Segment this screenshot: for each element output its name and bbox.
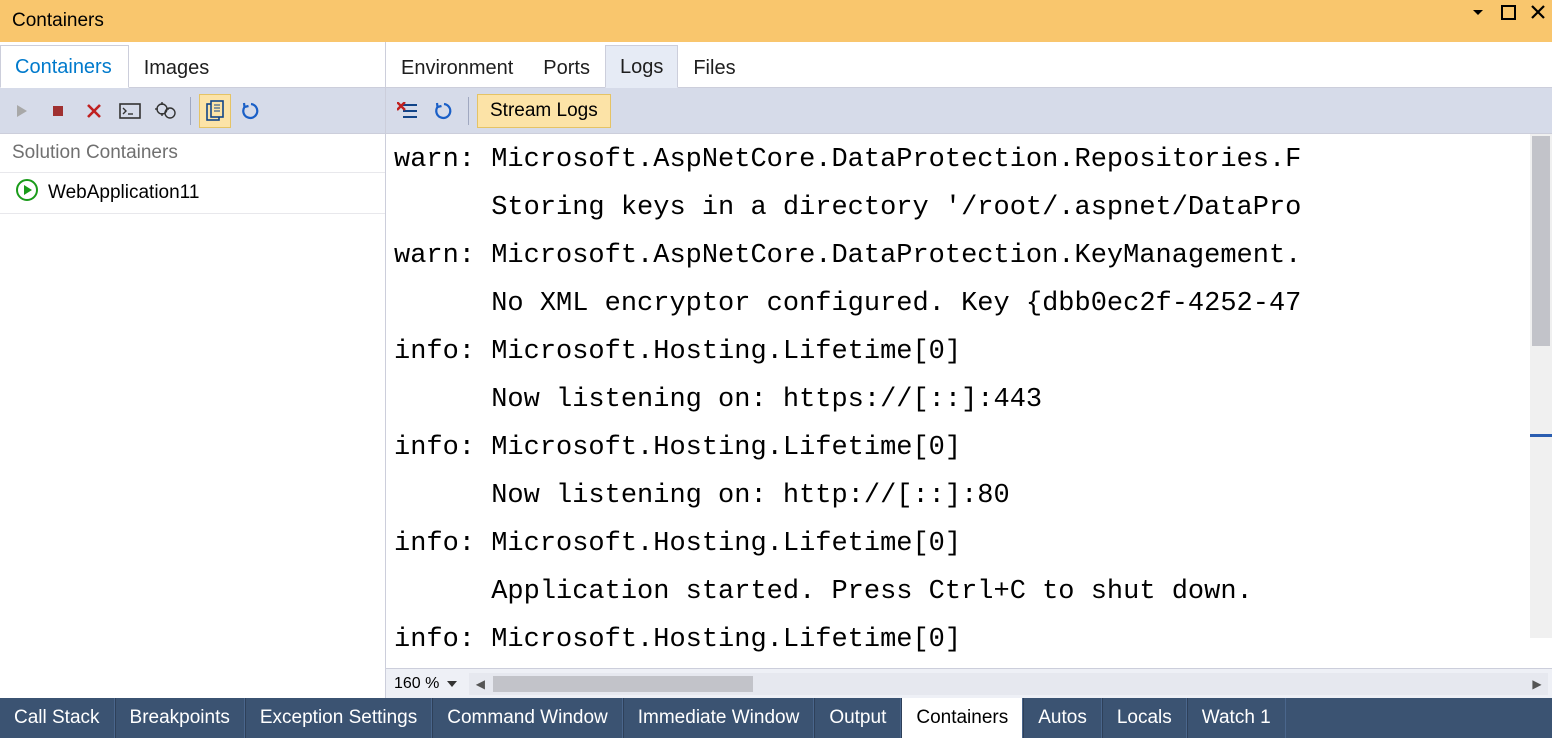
btab-label: Output [829,707,886,729]
main-area: Containers Images [0,42,1552,698]
zoom-selector[interactable]: 160 % [386,675,465,693]
scroll-right-icon[interactable]: ▶ [1526,673,1548,695]
btab-containers[interactable]: Containers [901,698,1023,738]
chevron-down-icon [447,681,457,687]
btab-locals[interactable]: Locals [1102,698,1187,738]
btab-label: Watch 1 [1202,707,1271,729]
copy-button[interactable] [199,94,231,128]
btab-command-window[interactable]: Command Window [432,698,623,738]
running-icon [16,179,38,207]
left-tabs: Containers Images [0,42,385,88]
tab-ports[interactable]: Ports [528,46,605,88]
tab-files[interactable]: Files [678,46,750,88]
tab-label: Files [693,57,735,79]
btab-label: Breakpoints [130,707,230,729]
hscroll-thumb[interactable] [493,676,753,692]
stream-logs-label: Stream Logs [490,100,598,121]
tab-environment[interactable]: Environment [386,46,528,88]
btab-label: Containers [916,707,1008,729]
btab-label: Autos [1038,707,1087,729]
left-toolbar [0,88,385,134]
btab-breakpoints[interactable]: Breakpoints [115,698,245,738]
btab-label: Call Stack [14,707,100,729]
bottom-tabs: Call Stack Breakpoints Exception Setting… [0,698,1552,738]
maximize-icon[interactable] [1498,2,1518,22]
scroll-left-icon[interactable]: ◀ [469,673,491,695]
solution-containers-header: Solution Containers [0,134,385,172]
btab-label: Exception Settings [260,707,417,729]
start-button[interactable] [6,94,38,128]
vertical-scrollbar[interactable] [1530,134,1552,638]
right-panel: Environment Ports Logs Files Stream Logs… [386,42,1552,698]
terminal-button[interactable] [114,94,146,128]
stop-button[interactable] [42,94,74,128]
zoom-level: 160 % [394,675,439,693]
stream-logs-toggle[interactable]: Stream Logs [477,94,611,128]
right-tabs: Environment Ports Logs Files [386,42,1552,88]
settings-button[interactable] [150,94,182,128]
tab-label: Images [144,57,210,79]
tab-label: Logs [620,56,663,78]
tab-logs[interactable]: Logs [605,45,678,88]
reload-button[interactable] [428,94,460,128]
container-item[interactable]: WebApplication11 [0,172,385,214]
scrollbar-thumb[interactable] [1532,136,1550,346]
container-name: WebApplication11 [48,182,199,204]
btab-call-stack[interactable]: Call Stack [0,698,115,738]
clear-button[interactable] [392,94,424,128]
close-icon[interactable] [1528,2,1548,22]
tab-label: Ports [543,57,590,79]
toolbar-separator [468,97,469,125]
btab-watch-1[interactable]: Watch 1 [1187,698,1286,738]
tab-label: Environment [401,57,513,79]
window-title: Containers [12,10,104,32]
log-area: warn: Microsoft.AspNetCore.DataProtectio… [386,134,1552,668]
btab-output[interactable]: Output [814,698,901,738]
btab-immediate-window[interactable]: Immediate Window [623,698,815,738]
left-panel: Containers Images [0,42,386,698]
remove-button[interactable] [78,94,110,128]
btab-label: Locals [1117,707,1172,729]
btab-autos[interactable]: Autos [1023,698,1102,738]
refresh-button[interactable] [235,94,267,128]
dropdown-icon[interactable] [1468,2,1488,22]
scrollbar-mark [1530,434,1552,437]
window-buttons [1468,2,1548,22]
horizontal-scrollbar[interactable]: ◀ ▶ [469,673,1548,695]
btab-label: Immediate Window [638,707,800,729]
hscroll-track[interactable] [491,676,1526,692]
btab-label: Command Window [447,707,608,729]
tab-images[interactable]: Images [129,46,227,88]
toolbar-separator [190,97,191,125]
title-bar: Containers [0,0,1552,42]
log-bottom-bar: 160 % ◀ ▶ [386,668,1552,698]
right-toolbar: Stream Logs [386,88,1552,134]
tab-containers[interactable]: Containers [0,45,129,88]
btab-exception-settings[interactable]: Exception Settings [245,698,432,738]
log-text[interactable]: warn: Microsoft.AspNetCore.DataProtectio… [386,134,1552,668]
tab-label: Containers [15,56,112,78]
